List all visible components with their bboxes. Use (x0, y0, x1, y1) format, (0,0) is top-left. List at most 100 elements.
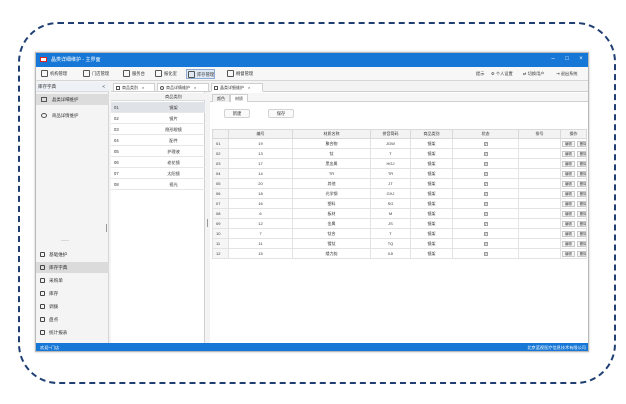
table-row[interactable]: 03 17 黑金属 HGJ 镜架 ✓ 编辑 删除 (212, 158, 587, 169)
delete-button[interactable]: 删除 (576, 210, 586, 217)
tab-product-detail[interactable]: 商品详情维护 × (157, 83, 209, 92)
delete-button[interactable]: 删除 (576, 250, 586, 257)
edit-button[interactable]: 编辑 (562, 160, 575, 167)
column-header[interactable]: 排号 (518, 129, 561, 139)
delete-button[interactable]: 删除 (576, 160, 586, 167)
edit-button[interactable]: 编辑 (562, 200, 575, 207)
edit-button[interactable]: 编辑 (562, 240, 575, 247)
category-row[interactable]: 02 镜片 (111, 113, 205, 124)
switch-user-link[interactable]: ⇄ 切换用户 (523, 71, 544, 77)
status-checkbox[interactable]: ✓ (483, 221, 488, 226)
collapse-icon[interactable]: < (102, 82, 105, 92)
edit-button[interactable]: 编辑 (562, 150, 575, 157)
table-row[interactable]: 08 6 板材 M 镜架 ✓ 编辑 删除 (212, 208, 587, 219)
category-row[interactable]: 03 隐形眼镜 (111, 124, 205, 135)
category-row[interactable]: 06 老花镜 (111, 157, 205, 168)
nav-item-purchase[interactable]: 采购单 (36, 275, 109, 286)
category-row[interactable]: 05 护理液 (111, 146, 205, 157)
column-header[interactable]: 编号 (228, 129, 293, 139)
table-row[interactable]: 09 12 金属 JS 镜架 ✓ 编辑 删除 (212, 218, 587, 229)
store-icon (83, 70, 90, 77)
sidebar-item-product-detail[interactable]: 商品详情维护 (36, 110, 109, 121)
nav-item-inventory[interactable]: 盘点 (36, 314, 109, 325)
personal-settings-link[interactable]: ⚙ 个人设置 (491, 71, 513, 77)
column-header[interactable]: 材质名称 (292, 129, 371, 139)
save-button[interactable]: 保存 (268, 109, 294, 118)
delete-button[interactable]: 删除 (576, 220, 586, 227)
tab-color[interactable]: 颜色 (212, 94, 230, 102)
tab-category-detail[interactable]: 晶类详细维护 × (211, 83, 263, 92)
close-tab-icon[interactable]: × (142, 85, 144, 90)
category-row[interactable]: 07 太阳镜 (111, 168, 205, 179)
delete-button[interactable]: 删除 (576, 150, 586, 157)
toolbar-service-desk[interactable]: 服务台 (122, 69, 145, 79)
edit-button[interactable]: 编辑 (562, 220, 575, 227)
new-button[interactable]: 新建 (224, 109, 250, 118)
table-row[interactable]: 01 19 聚合物 JGW 镜架 ✓ 编辑 删除 (212, 138, 587, 149)
table-row[interactable]: 04 14 TR TR 镜架 ✓ 编辑 删除 (212, 168, 587, 179)
status-checkbox[interactable]: ✓ (483, 211, 488, 216)
nav-item-transfer[interactable]: 调拨 (36, 301, 109, 312)
edit-button[interactable]: 编辑 (562, 230, 575, 237)
sidebar-resize-handle[interactable] (106, 224, 107, 232)
edit-button[interactable]: 编辑 (562, 140, 575, 147)
nav-item-basic[interactable]: 基础维护 (36, 249, 109, 260)
edit-button[interactable]: 编辑 (562, 210, 575, 217)
table-row[interactable]: 11 11 镀钛 TQ 镜架 ✓ 编辑 删除 (212, 238, 587, 249)
nav-item-report[interactable]: 统计报表 (36, 327, 109, 338)
status-checkbox[interactable]: ✓ (483, 201, 488, 206)
column-header[interactable]: 商品类别 (410, 129, 453, 139)
delete-button[interactable]: 删除 (576, 140, 586, 147)
status-checkbox[interactable]: ✓ (483, 151, 488, 156)
tip-link[interactable]: 提示 (476, 71, 484, 77)
cell-actions: 编辑 删除 (560, 218, 587, 229)
row-index: 02 (212, 148, 229, 159)
edit-button[interactable]: 编辑 (562, 250, 575, 257)
close-tab-icon[interactable]: × (248, 85, 250, 90)
category-row[interactable]: 08 视光 (111, 179, 205, 190)
logout-link[interactable]: ⇥ 退出系统 (556, 71, 577, 77)
table-row[interactable]: 07 16 塑料 SG 镜架 ✓ 编辑 删除 (212, 198, 587, 209)
nav-item-dictionary[interactable]: 库存字典 (36, 262, 109, 273)
table-row[interactable]: 05 20 其他 JT 镜架 ✓ 编辑 删除 (212, 178, 587, 189)
status-checkbox[interactable]: ✓ (483, 181, 488, 186)
table-row[interactable]: 02 13 钛 T 镜架 ✓ 编辑 删除 (212, 148, 587, 159)
status-checkbox[interactable]: ✓ (483, 241, 488, 246)
status-checkbox[interactable]: ✓ (483, 231, 488, 236)
status-checkbox[interactable]: ✓ (483, 141, 488, 146)
edit-button[interactable]: 编辑 (562, 180, 575, 187)
tab-material[interactable]: 材质 (230, 94, 248, 102)
column-header[interactable]: 拼音简码 (370, 129, 411, 139)
delete-button[interactable]: 删除 (576, 200, 586, 207)
status-checkbox[interactable]: ✓ (483, 171, 488, 176)
cell-status: ✓ (452, 228, 519, 239)
table-row[interactable]: 10 7 钛合 T 镜架 ✓ 编辑 删除 (212, 228, 587, 239)
status-checkbox[interactable]: ✓ (483, 191, 488, 196)
category-row[interactable]: 04 配件 (111, 135, 205, 146)
category-row[interactable]: 01 镜架 (111, 102, 205, 113)
toolbar-stock-manage[interactable]: 库存管理 (186, 69, 216, 79)
sidebar-item-category-detail[interactable]: 晶类详细维护 (36, 94, 109, 105)
delete-button[interactable]: 删除 (576, 170, 586, 177)
close-button[interactable]: × (576, 55, 586, 64)
delete-button[interactable]: 删除 (576, 230, 586, 237)
status-checkbox[interactable]: ✓ (483, 161, 488, 166)
table-row[interactable]: 12 15 缕力韵 XJI 镜架 ✓ 编辑 删除 (212, 248, 587, 259)
toolbar-org-manage[interactable]: 机构管理 (40, 69, 67, 79)
edit-button[interactable]: 编辑 (562, 170, 575, 177)
status-checkbox[interactable]: ✓ (483, 251, 488, 256)
column-header[interactable]: 状态 (452, 129, 519, 139)
table-row[interactable]: 06 18 光学钢 GXJ 镜架 ✓ 编辑 删除 (212, 188, 587, 199)
delete-button[interactable]: 删除 (576, 240, 586, 247)
delete-button[interactable]: 删除 (576, 180, 586, 187)
toolbar-supervise-manage[interactable]: 桐督管理 (226, 69, 253, 79)
toolbar-lab[interactable]: 报化室 (154, 69, 177, 79)
nav-item-stock[interactable]: 库存 (36, 288, 109, 299)
edit-button[interactable]: 编辑 (562, 190, 575, 197)
delete-button[interactable]: 删除 (576, 190, 586, 197)
toolbar-store-manage[interactable]: 门店管理 (82, 69, 109, 79)
maximize-button[interactable]: □ (562, 55, 572, 64)
tab-category[interactable]: 商品类别 × (113, 83, 155, 92)
minimize-button[interactable]: – (548, 55, 558, 64)
close-tab-icon[interactable]: × (194, 85, 196, 90)
